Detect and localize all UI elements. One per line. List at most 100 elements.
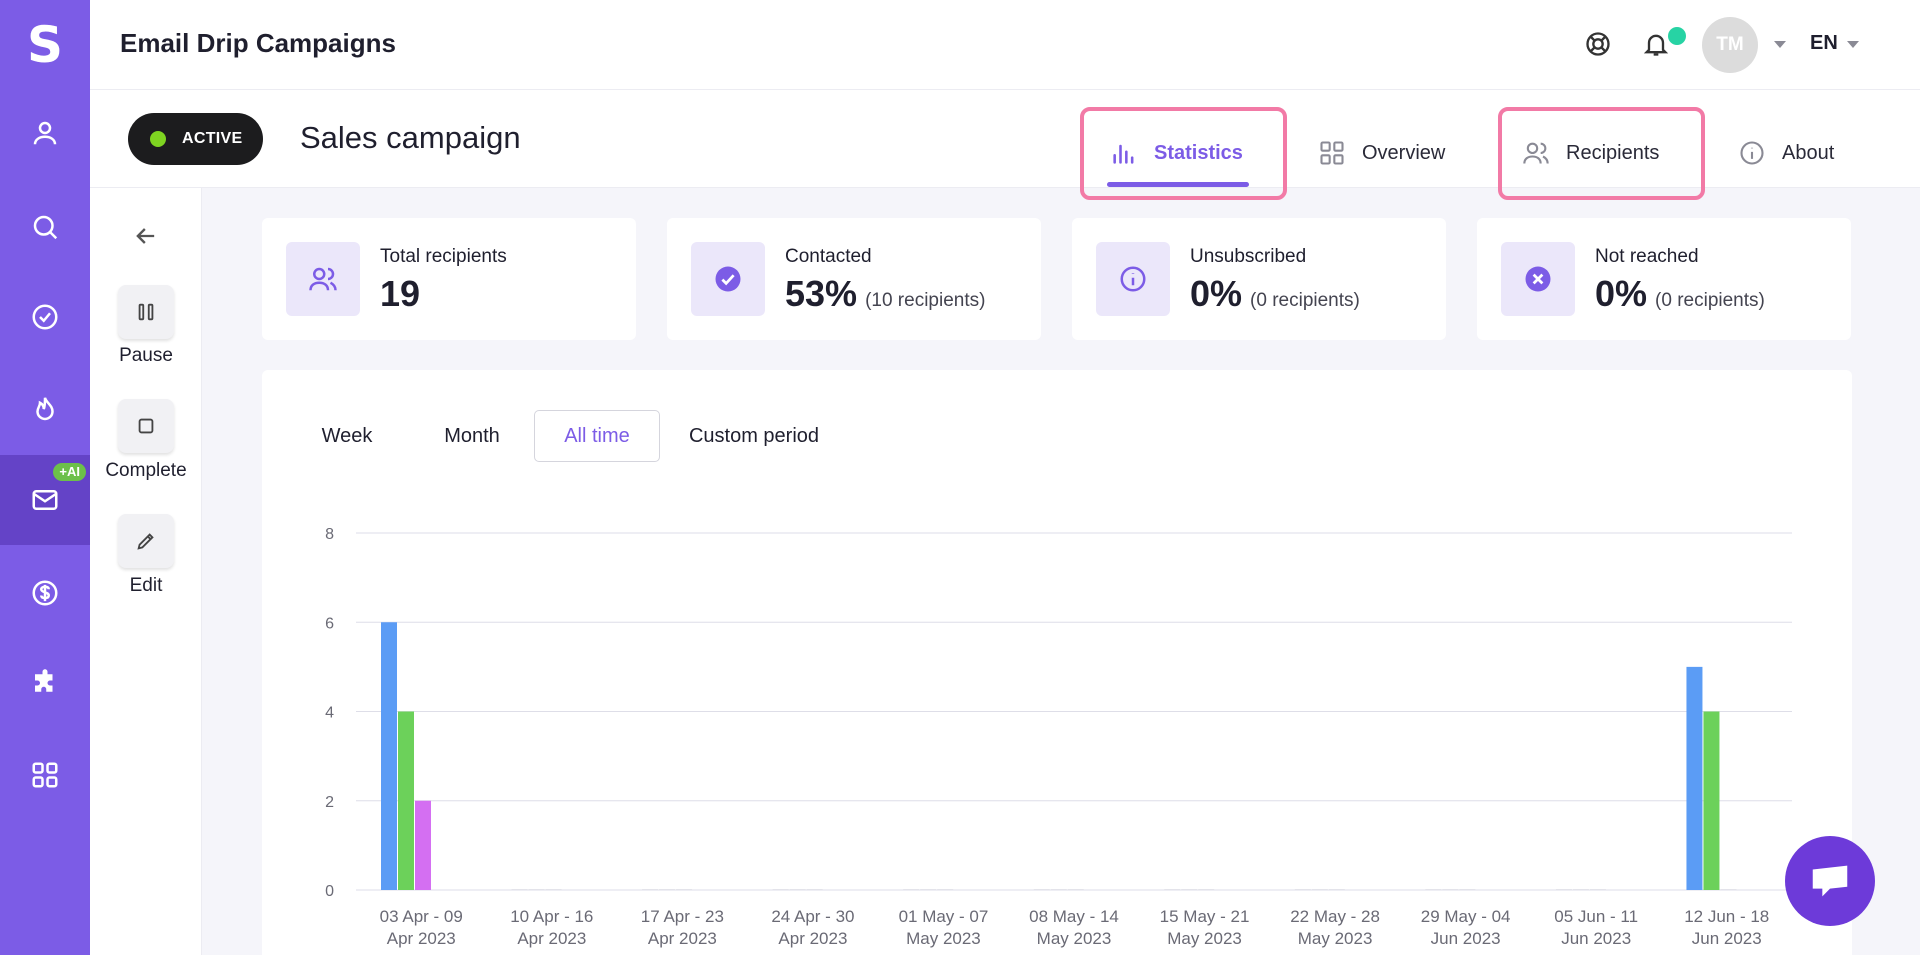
stat-sub: (0 recipients) <box>1655 290 1765 311</box>
bar-empty <box>659 889 676 890</box>
bar <box>381 622 397 890</box>
y-tick-label: 4 <box>325 705 334 722</box>
bar-empty <box>1050 889 1067 890</box>
grid-icon <box>1320 141 1344 165</box>
language-selector[interactable]: EN <box>1810 32 1838 55</box>
bar-empty <box>937 889 954 890</box>
tab-overview-label: Overview <box>1362 141 1446 164</box>
bar-empty <box>1328 889 1345 890</box>
stat-sub: (10 recipients) <box>865 290 986 311</box>
pencil-icon <box>137 533 154 550</box>
stat-title: Total recipients <box>380 246 507 267</box>
sidebar: S +AI <box>0 0 90 955</box>
avatar[interactable]: TM <box>1702 17 1758 73</box>
bar-empty <box>642 889 659 890</box>
users-icon <box>286 242 360 316</box>
top-header: Email Drip Campaigns TM EN <box>90 0 1920 90</box>
bar-empty <box>1311 889 1328 890</box>
ai-badge: +AI <box>53 463 86 481</box>
y-tick-label: 6 <box>325 615 334 632</box>
page-title: Email Drip Campaigns <box>120 28 396 58</box>
stop-icon <box>138 418 154 434</box>
sidebar-item-tasks[interactable] <box>0 272 90 362</box>
back-arrow-icon[interactable] <box>132 222 160 255</box>
x-tick-label: 10 Apr - 16 <box>510 907 593 926</box>
x-tick-label: May 2023 <box>1167 929 1242 948</box>
stat-card-not-reached: Not reached 0% (0 recipients) <box>1477 218 1851 340</box>
bar-empty <box>676 889 693 890</box>
stat-value: 53% (10 recipients) <box>785 273 985 315</box>
bar-empty <box>511 889 528 890</box>
bar <box>1703 711 1720 890</box>
x-tick-label: May 2023 <box>1298 929 1373 948</box>
x-tick-label: Apr 2023 <box>778 929 847 948</box>
sidebar-item-leads[interactable] <box>0 364 90 454</box>
dollar-icon <box>32 580 58 606</box>
x-tick-label: 08 May - 14 <box>1029 907 1119 926</box>
complete-button[interactable] <box>118 399 174 453</box>
x-tick-label: Apr 2023 <box>517 929 586 948</box>
pause-icon <box>138 303 154 321</box>
sidebar-item-search[interactable] <box>0 182 90 272</box>
check-circle-icon <box>32 304 58 330</box>
sidebar-item-integrations[interactable] <box>0 638 90 728</box>
x-tick-label: 17 Apr - 23 <box>641 907 724 926</box>
bell-icon[interactable] <box>1640 28 1672 60</box>
tab-about[interactable]: About <box>1738 135 1834 171</box>
bar-empty <box>1164 889 1181 890</box>
notification-dot <box>1668 27 1686 45</box>
bar-empty <box>1589 889 1606 890</box>
campaign-name: Sales campaign <box>300 120 521 155</box>
x-tick-label: 03 Apr - 09 <box>380 907 463 926</box>
x-tick-label: 24 Apr - 30 <box>771 907 854 926</box>
bar-empty <box>1067 889 1084 890</box>
highlight-recipients <box>1498 107 1705 200</box>
bar-empty <box>545 889 562 890</box>
x-tick-label: 12 Jun - 18 <box>1684 907 1769 926</box>
pause-label: Pause <box>119 345 173 366</box>
sidebar-item-contacts[interactable] <box>0 88 90 178</box>
x-tick-label: May 2023 <box>1037 929 1112 948</box>
check-circle-icon <box>691 242 765 316</box>
x-tick-label: 29 May - 04 <box>1421 907 1511 926</box>
bar-empty <box>806 889 823 890</box>
stat-number: 53% <box>785 273 858 314</box>
status-badge[interactable]: ACTIVE <box>128 113 263 165</box>
info-icon <box>1740 141 1764 165</box>
stat-value: 19 <box>380 273 420 315</box>
sidebar-item-billing[interactable] <box>0 548 90 638</box>
sidebar-item-email[interactable]: +AI <box>0 455 90 545</box>
pause-button[interactable] <box>118 285 174 339</box>
help-icon[interactable] <box>1582 28 1614 60</box>
chevron-down-icon[interactable] <box>1847 41 1859 48</box>
bar-empty <box>1425 889 1442 890</box>
x-tick-label: 22 May - 28 <box>1290 907 1380 926</box>
puzzle-icon <box>35 669 53 692</box>
bar-empty <box>1720 889 1737 890</box>
bar-empty <box>1181 889 1198 890</box>
chat-button[interactable] <box>1785 836 1875 926</box>
chevron-down-icon[interactable] <box>1774 41 1786 48</box>
chat-icon <box>1812 865 1848 897</box>
stat-title: Not reached <box>1595 246 1699 267</box>
bar <box>398 711 414 890</box>
user-icon <box>33 121 57 145</box>
tab-overview[interactable]: Overview <box>1318 135 1445 171</box>
x-tick-label: Jun 2023 <box>1692 929 1762 948</box>
status-label: ACTIVE <box>182 130 243 147</box>
mail-icon <box>32 490 58 510</box>
x-circle-icon <box>1501 242 1575 316</box>
fire-icon <box>36 397 54 421</box>
app-logo[interactable]: S <box>0 14 90 76</box>
bar-empty <box>1459 889 1476 890</box>
sidebar-item-apps[interactable] <box>0 730 90 820</box>
highlight-statistics <box>1080 107 1287 200</box>
bar-chart: 0 2 4 6 8 03 Apr - 09 Apr 2023 10 Apr - 16 Apr 2… <box>325 526 1792 948</box>
bar-empty <box>528 889 545 890</box>
y-tick-label: 2 <box>325 794 334 811</box>
edit-button[interactable] <box>118 514 174 568</box>
stat-number: 0% <box>1595 273 1648 314</box>
x-tick-label: Jun 2023 <box>1561 929 1631 948</box>
stat-sub: (0 recipients) <box>1250 290 1360 311</box>
chart-panel: Week Month All time Custom period 024680… <box>262 370 1852 955</box>
